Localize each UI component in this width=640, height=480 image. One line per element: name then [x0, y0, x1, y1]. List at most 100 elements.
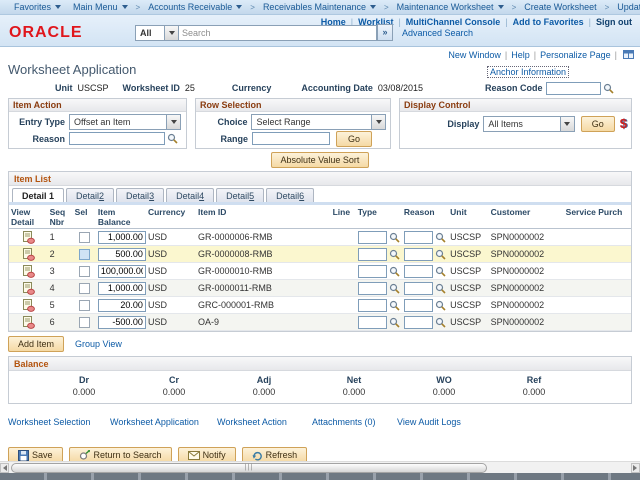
view-detail-icon[interactable] — [22, 247, 35, 261]
tab-detail-5[interactable]: Detail 5 — [216, 188, 265, 202]
view-detail-icon[interactable] — [22, 281, 35, 295]
scrollbar-thumb[interactable]: ||| — [11, 463, 487, 473]
scroll-right-arrow[interactable] — [631, 463, 640, 473]
reason-lookup-icon[interactable] — [435, 300, 446, 311]
breadcrumb-item[interactable]: Maintenance Worksheet — [397, 2, 504, 12]
header-nav-link[interactable]: Add to Favorites — [513, 17, 584, 27]
range-go-button[interactable]: Go — [336, 130, 373, 147]
reason-input[interactable] — [404, 298, 434, 312]
item-id-cell: GR-0000010-RMB — [198, 266, 273, 276]
entry-type-select[interactable]: Offset an Item — [69, 113, 181, 130]
reason-lookup-icon[interactable] — [435, 283, 446, 294]
select-checkbox[interactable] — [78, 299, 90, 311]
add-item-button[interactable]: Add Item — [8, 335, 65, 352]
footer-link[interactable]: Attachments (0) — [312, 417, 397, 427]
footer-link[interactable]: Worksheet Action — [217, 417, 312, 427]
group-view-link[interactable]: Group View — [75, 339, 122, 349]
anchor-information-link[interactable]: Anchor Information — [487, 66, 570, 78]
tab-detail-6[interactable]: Detail 6 — [266, 188, 315, 202]
tab-detail-4[interactable]: Detail 4 — [166, 188, 215, 202]
type-lookup-icon[interactable] — [389, 232, 400, 243]
scroll-left-arrow[interactable] — [0, 463, 9, 473]
footer-link[interactable]: View Audit Logs — [397, 417, 461, 427]
type-input[interactable] — [357, 247, 387, 261]
breadcrumb-item[interactable]: Receivables Maintenance — [263, 2, 376, 12]
type-lookup-icon[interactable] — [389, 283, 400, 294]
view-detail-cell — [9, 247, 48, 261]
item-balance-input[interactable] — [97, 230, 146, 244]
page-link[interactable]: Personalize Page — [540, 50, 611, 60]
type-lookup-icon[interactable] — [389, 249, 400, 260]
reason-input[interactable] — [69, 132, 165, 145]
breadcrumb-item[interactable]: Main Menu — [73, 2, 128, 12]
item-balance-cell — [96, 230, 146, 244]
absolute-value-sort-button[interactable]: Absolute Value Sort — [270, 152, 370, 168]
balance-column-value: 0.000 — [72, 387, 96, 397]
display-label: Display — [447, 118, 480, 129]
item-balance-input[interactable] — [97, 298, 146, 312]
type-input[interactable] — [357, 281, 387, 295]
breadcrumb-item[interactable]: Favorites — [14, 2, 62, 12]
view-detail-icon[interactable] — [22, 264, 35, 278]
view-detail-icon[interactable] — [22, 315, 35, 329]
reason-input[interactable] — [404, 230, 434, 244]
reason-lookup-icon[interactable] — [435, 317, 446, 328]
type-lookup-icon[interactable] — [389, 266, 400, 277]
tab-detail-2[interactable]: Detail 2 — [66, 188, 115, 202]
reason-code-input[interactable] — [546, 81, 602, 95]
view-detail-icon[interactable] — [22, 230, 35, 244]
advanced-search-link[interactable]: Advanced Search — [402, 28, 473, 38]
reason-input[interactable] — [404, 315, 434, 329]
search-go-button[interactable]: » — [377, 24, 393, 41]
tab-detail-3[interactable]: Detail 3 — [116, 188, 165, 202]
type-input[interactable] — [357, 298, 387, 312]
reason-input[interactable] — [404, 281, 434, 295]
personalize-window-icon[interactable] — [623, 50, 634, 59]
seq-nbr-cell: 6 — [49, 317, 55, 327]
column-header: Service Purch — [565, 207, 623, 217]
item-id-cell: OA-9 — [198, 317, 220, 327]
header-nav-link[interactable]: Sign out — [596, 17, 632, 27]
currency-cell: USD — [147, 283, 167, 293]
breadcrumb-item[interactable]: Create Worksheet — [524, 2, 596, 12]
row-selection-title: Row Selection — [196, 99, 390, 112]
item-balance-input[interactable] — [97, 264, 146, 278]
page-link[interactable]: New Window — [448, 50, 501, 60]
select-checkbox[interactable] — [78, 282, 90, 294]
reason-lookup-icon[interactable] — [435, 266, 446, 277]
view-detail-cell — [9, 264, 48, 278]
reason-input[interactable] — [404, 264, 434, 278]
view-detail-icon[interactable] — [22, 298, 35, 312]
type-input[interactable] — [357, 315, 387, 329]
reason-code-lookup-icon[interactable] — [603, 83, 615, 94]
entry-type-value: Offset an Item — [74, 116, 131, 127]
reason-lookup-icon[interactable] — [435, 249, 446, 260]
item-balance-input[interactable] — [97, 247, 146, 261]
page-link[interactable]: Help — [511, 50, 530, 60]
search-scope-select[interactable]: All — [135, 24, 179, 41]
currency-detail-icon[interactable]: $ — [620, 116, 627, 131]
select-checkbox[interactable] — [78, 265, 90, 277]
select-checkbox[interactable] — [78, 316, 90, 328]
choice-select[interactable]: Select Range — [251, 113, 386, 130]
item-balance-input[interactable] — [97, 281, 146, 295]
type-input[interactable] — [357, 264, 387, 278]
type-lookup-icon[interactable] — [389, 317, 400, 328]
select-checkbox[interactable] — [78, 231, 90, 243]
breadcrumb-item[interactable]: Accounts Receivable — [148, 2, 243, 12]
display-select[interactable]: All Items — [483, 115, 575, 132]
range-input[interactable] — [252, 132, 330, 145]
breadcrumb-item[interactable]: Update Worksheet — [617, 2, 640, 12]
footer-link[interactable]: Worksheet Selection — [8, 417, 110, 427]
tab-detail-1[interactable]: Detail 1 — [12, 188, 65, 202]
footer-link[interactable]: Worksheet Application — [110, 417, 217, 427]
search-input[interactable] — [179, 24, 377, 41]
type-lookup-icon[interactable] — [389, 300, 400, 311]
reason-lookup-icon[interactable] — [435, 232, 446, 243]
type-input[interactable] — [357, 230, 387, 244]
display-go-button[interactable]: Go — [580, 115, 615, 132]
item-balance-input[interactable] — [97, 315, 146, 329]
select-checkbox[interactable] — [78, 248, 90, 260]
reason-input[interactable] — [404, 247, 434, 261]
reason-lookup-icon[interactable] — [167, 133, 178, 144]
